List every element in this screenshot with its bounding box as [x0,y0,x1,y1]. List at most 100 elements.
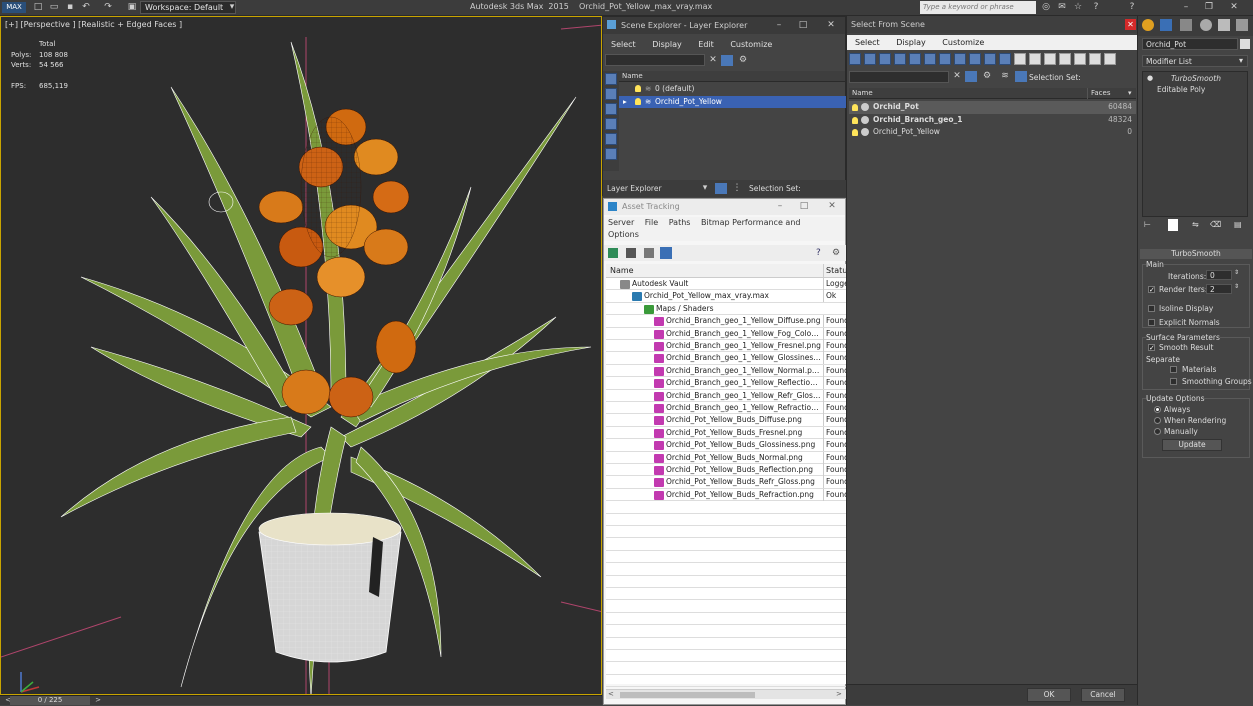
scene-explorer-maximize-icon[interactable]: □ [797,20,809,31]
sync-selection-icon[interactable] [1089,53,1101,65]
table-view-icon[interactable] [660,247,672,259]
render-iters-checkbox[interactable]: ✓ [1148,286,1155,294]
frozen-filter-icon[interactable] [999,53,1011,65]
asset-row[interactable]: Orchid_Branch_geo_1_Yellow_Fresnel.png Fo… [606,340,846,353]
asset-row[interactable]: Orchid_Pot_Yellow_max_vray.max Ok [606,290,846,303]
refresh-icon[interactable] [608,248,618,258]
workspace-chevron-down-icon[interactable]: ▾ [226,2,238,13]
light-bulb-icon[interactable] [635,85,641,92]
spacewarps-filter-icon[interactable] [924,53,936,65]
menu-select[interactable]: Select [611,40,636,49]
layers-icon[interactable] [605,118,617,130]
asset-row[interactable]: Maps / Shaders [606,303,846,316]
materials-checkbox[interactable] [1170,366,1177,373]
hierarchy-toggle-icon[interactable]: ⋮ [731,183,743,194]
shapes-filter-icon[interactable] [864,53,876,65]
modify-tab-icon[interactable] [1160,19,1172,31]
asset-close-icon[interactable]: ✕ [826,201,838,212]
modifier-list-chevron-icon[interactable]: ▾ [1239,56,1243,65]
always-radio[interactable] [1154,406,1161,413]
layer-column-name[interactable]: Name [619,71,845,82]
clear-find-icon[interactable]: ✕ [951,71,963,82]
object-row[interactable]: Orchid_Branch_geo_1 48324 [849,114,1136,127]
menu-file[interactable]: File [645,218,658,227]
close-icon[interactable]: ✕ [1228,2,1240,13]
menu-options[interactable]: Options [608,230,639,239]
select-none-icon[interactable] [1044,53,1056,65]
select-all-icon[interactable] [1029,53,1041,65]
show-end-result-icon[interactable] [1168,219,1178,231]
explicit-normals-checkbox[interactable] [1148,319,1155,326]
render-iters-spinner-arrows-icon[interactable]: ⇕ [1234,283,1239,290]
asset-row[interactable]: Orchid_Branch_geo_1_Yellow_Normal.png Fou… [606,364,846,378]
scroll-left-icon[interactable]: < [608,690,614,698]
containers-filter-icon[interactable] [984,53,996,65]
display-none-icon[interactable] [605,73,617,85]
asset-row[interactable]: Orchid_Branch_geo_1_Yellow_Refr_Gloss.p.… [606,389,846,402]
select-from-scene-close-icon[interactable]: ✕ [1125,19,1136,30]
asset-row[interactable]: Orchid_Pot_Yellow_Buds_Refraction.png Fou… [606,488,846,502]
asset-row[interactable]: Orchid_Branch_geo_1_Yellow_Glossiness.p.… [606,352,846,365]
object-name-input[interactable]: Orchid_Pot [1142,38,1238,50]
find-filter-icon[interactable] [965,71,977,82]
asset-row[interactable]: Orchid_Pot_Yellow_Buds_Reflection.png Fou… [606,464,846,477]
column-name[interactable]: Name [610,264,634,278]
bones-filter-icon[interactable] [969,53,981,65]
time-slider[interactable]: < 0 / 225 > [0,695,602,705]
open-file-icon[interactable]: ▭ [48,2,60,13]
find-input[interactable] [849,71,949,83]
menu-server[interactable]: Server [608,218,634,227]
iterations-spinner-arrows-icon[interactable]: ⇕ [1234,269,1239,276]
asset-row[interactable]: Orchid_Pot_Yellow_Buds_Diffuse.png Found [606,414,846,427]
utilities-tab-icon[interactable] [1236,19,1248,31]
perspective-viewport[interactable]: [+] [Perspective ] [Realistic + Edged Fa… [0,16,602,695]
expand-arrow-icon[interactable]: ▸ [623,96,627,108]
light-bulb-icon[interactable] [852,104,858,111]
object-row[interactable]: Orchid_Pot_Yellow 0 [849,126,1136,139]
scene-explorer-minimize-icon[interactable]: – [773,20,785,31]
configure-sets-icon[interactable]: ▤ [1234,220,1242,229]
display-all-icon[interactable] [605,88,617,100]
modifier-editable-poly[interactable]: Editable Poly [1157,85,1205,94]
object-color-swatch[interactable] [1240,39,1250,49]
filter-funnel-icon[interactable] [1074,53,1086,65]
cameras-filter-icon[interactable] [894,53,906,65]
smooth-result-checkbox[interactable]: ✓ [1148,344,1155,352]
make-unique-icon[interactable]: ⇋ [1192,220,1199,229]
new-file-icon[interactable]: □ [32,2,44,13]
undo-icon[interactable]: ↶ [80,2,92,13]
display-tab-icon[interactable] [1218,19,1230,31]
hierarchy-tab-icon[interactable] [1180,19,1192,31]
cancel-button[interactable]: Cancel [1081,688,1125,702]
helpers-filter-icon[interactable] [909,53,921,65]
light-bulb-icon[interactable] [852,116,858,124]
help-menu-icon[interactable]: ? [1126,2,1138,13]
render-iters-spinner[interactable]: 2 [1206,284,1232,294]
asset-row[interactable]: Orchid_Pot_Yellow_Buds_Fresnel.png Found [606,426,846,440]
modifier-list-dropdown[interactable]: Modifier List [1142,55,1248,67]
lights-filter-icon[interactable] [879,53,891,65]
settings-icon[interactable]: ⚙ [832,248,840,258]
project-folder-icon[interactable]: ▣ [126,2,138,13]
layer-row-default[interactable]: ≋ 0 (default) [619,83,847,95]
restore-icon[interactable]: ❐ [1203,2,1215,13]
asset-row[interactable]: Orchid_Branch_geo_1_Yellow_Fog_Color.p..… [606,327,846,340]
workspace-dropdown[interactable]: Workspace: Default [140,1,236,14]
pin-stack-icon[interactable]: ⊢ [1144,220,1151,229]
hierarchy-toggle-icon[interactable] [1015,71,1027,82]
menu-display[interactable]: Display [896,38,926,47]
scene-explorer-close-icon[interactable]: ✕ [825,20,837,31]
asset-row[interactable]: Autodesk Vault Logge [606,278,846,291]
asset-row[interactable]: Orchid_Branch_geo_1_Yellow_Reflection.p.… [606,377,846,390]
groups-filter-icon[interactable] [939,53,951,65]
menu-display[interactable]: Display [652,40,682,49]
list-view-icon[interactable] [626,248,636,258]
when-rendering-radio[interactable] [1154,417,1161,424]
asset-row[interactable]: Orchid_Branch_geo_1_Yellow_Diffuse.png Fo… [606,315,846,328]
layer-row-orchid-pot-yellow[interactable]: ▸ ≋ Orchid_Pot_Yellow [619,96,847,108]
save-file-icon[interactable]: ▪ [64,2,76,13]
light-bulb-icon[interactable]: ● [1147,74,1153,82]
help-icon[interactable]: ? [1090,2,1102,13]
layer-toggle-icon[interactable] [715,183,727,194]
select-invert-icon[interactable] [1059,53,1071,65]
